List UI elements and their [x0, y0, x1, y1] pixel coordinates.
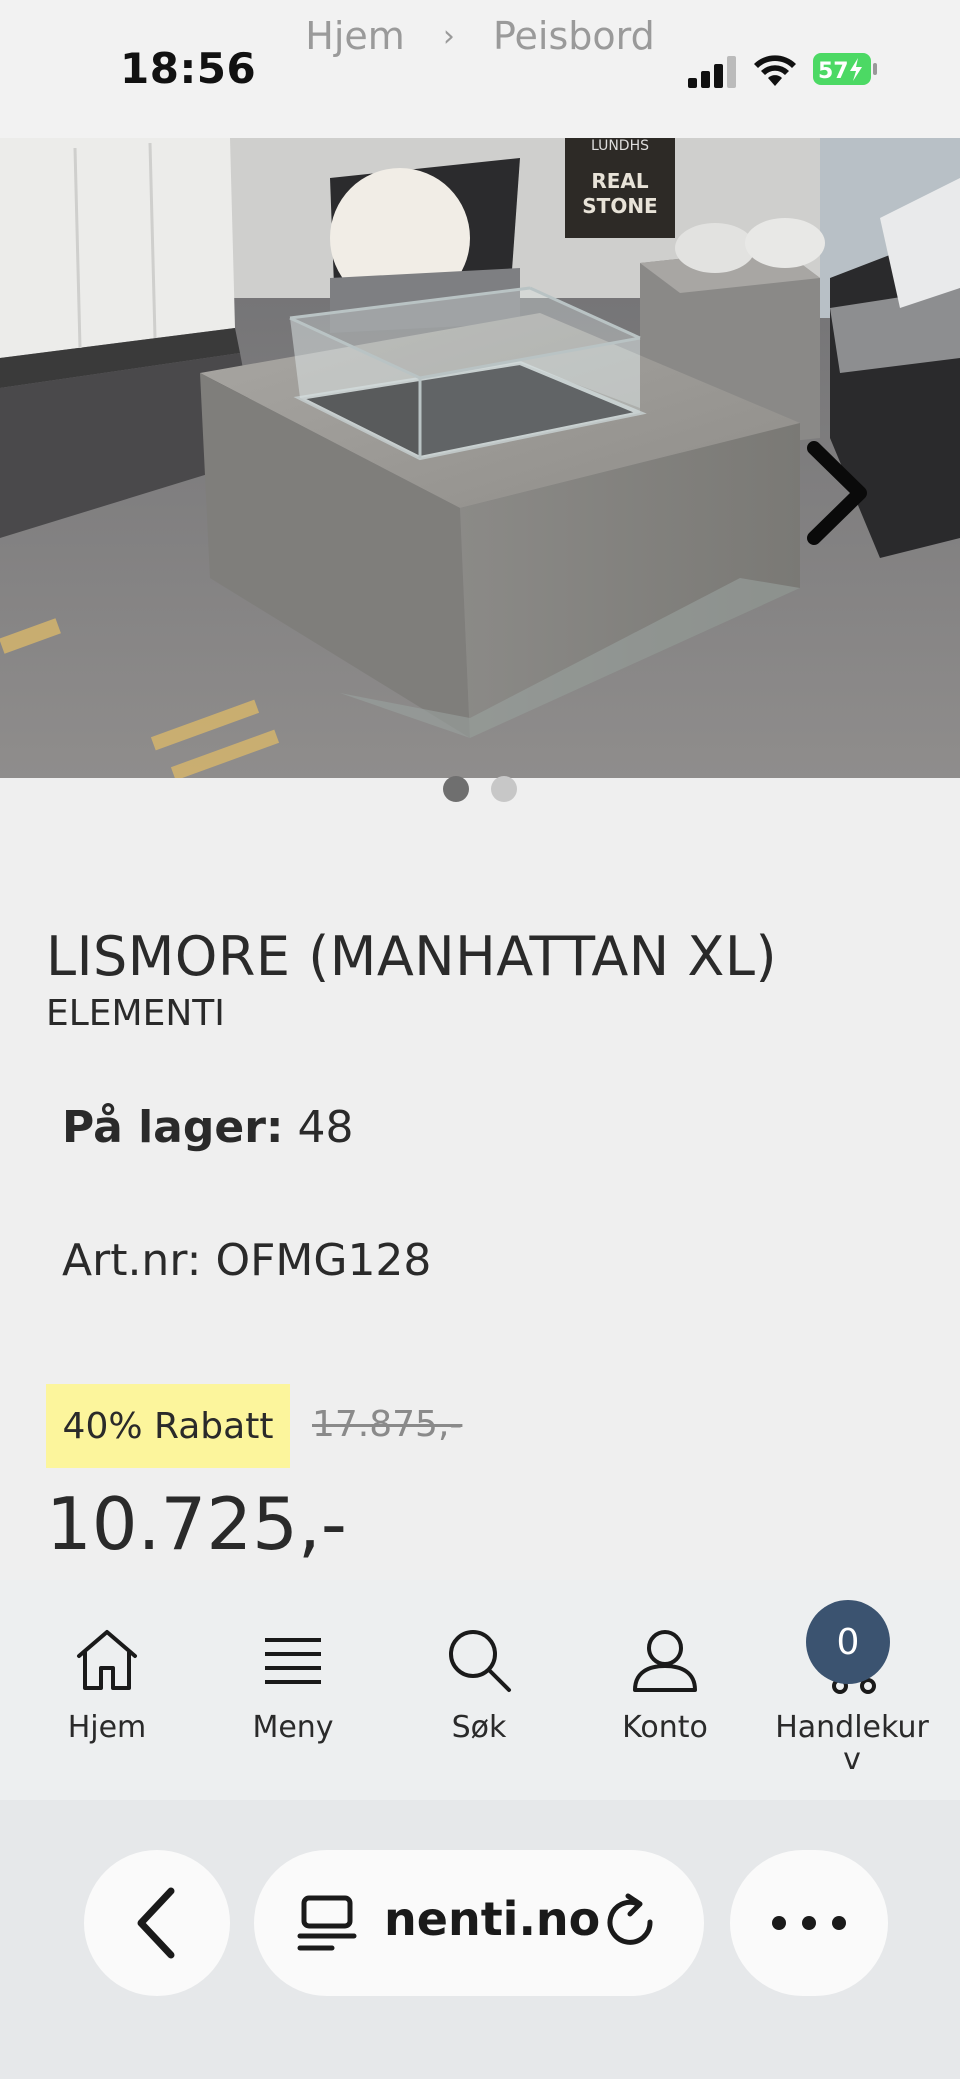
original-price: 17.875,-	[312, 1404, 463, 1445]
carousel-dot-1[interactable]	[443, 776, 469, 802]
back-chevron-icon	[137, 1887, 175, 1959]
breadcrumb-home[interactable]: Hjem	[305, 14, 405, 58]
carousel-dot-2[interactable]	[491, 776, 517, 802]
svg-text:REAL: REAL	[591, 169, 649, 193]
current-price: 10.725,-	[46, 1482, 347, 1566]
browser-more-button[interactable]	[730, 1850, 888, 1996]
nav-account[interactable]: Konto	[575, 1620, 755, 1744]
cellular-signal-icon	[688, 56, 736, 88]
nav-menu[interactable]: Meny	[203, 1620, 383, 1744]
nav-cart-label-line1: Handlekur	[775, 1710, 929, 1745]
article-number: Art.nr: OFMG128	[62, 1235, 432, 1286]
more-dots-icon	[772, 1916, 846, 1930]
product-image-carousel[interactable]: LUNDHS REAL STONE	[0, 138, 960, 778]
nav-search[interactable]: Søk	[389, 1620, 569, 1744]
carousel-next-icon[interactable]	[800, 438, 870, 548]
status-bar: Hjem › Peisbord 18:56 57	[0, 0, 960, 138]
stock-value: 48	[297, 1102, 354, 1153]
browser-toolbar: nenti.no	[0, 1800, 960, 2079]
svg-text:LUNDHS: LUNDHS	[591, 138, 649, 154]
reload-icon[interactable]	[600, 1892, 662, 1954]
svg-text:STONE: STONE	[582, 194, 657, 218]
nav-account-label: Konto	[622, 1710, 708, 1745]
home-icon	[77, 1630, 137, 1690]
product-title: LISMORE (MANHATTAN XL)	[46, 925, 778, 988]
wifi-icon	[754, 55, 796, 86]
cart-count-badge[interactable]: 0	[806, 1600, 890, 1684]
account-icon	[633, 1630, 697, 1692]
nav-cart-label-line2: v	[843, 1742, 861, 1777]
nav-home-label: Hjem	[67, 1710, 147, 1745]
product-brand: ELEMENTI	[46, 993, 225, 1034]
nav-search-label: Søk	[451, 1710, 507, 1745]
battery-level: 57	[818, 59, 849, 84]
browser-url: nenti.no	[384, 1892, 601, 1946]
breadcrumb-separator: ›	[442, 19, 455, 54]
menu-icon	[265, 1638, 321, 1684]
stock-label: På lager:	[62, 1102, 284, 1153]
search-icon	[449, 1630, 511, 1692]
page-menu-icon	[297, 1895, 357, 1951]
status-time: 18:56	[120, 44, 257, 93]
browser-address-bar[interactable]: nenti.no	[254, 1850, 704, 1996]
stock-status: På lager: 48	[62, 1102, 353, 1153]
nav-home[interactable]: Hjem	[17, 1620, 197, 1744]
browser-back-button[interactable]	[84, 1850, 230, 1996]
breadcrumb-current[interactable]: Peisbord	[493, 14, 655, 58]
carousel-indicator	[0, 776, 960, 806]
discount-badge: 40% Rabatt	[46, 1384, 290, 1468]
battery-icon: 57	[813, 53, 877, 85]
nav-menu-label: Meny	[252, 1710, 334, 1745]
